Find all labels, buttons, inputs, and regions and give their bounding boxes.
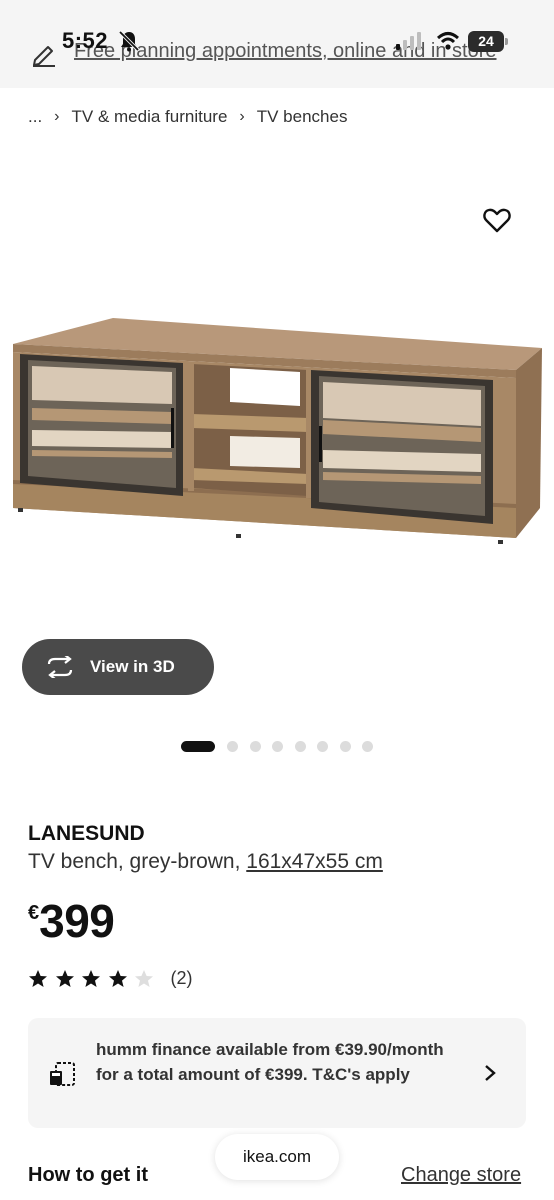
star-empty-icon bbox=[135, 969, 153, 987]
rating[interactable]: (2) bbox=[28, 968, 193, 989]
calculator-icon bbox=[50, 1062, 75, 1086]
carousel-dot[interactable] bbox=[249, 740, 261, 752]
view-in-3d-label: View in 3D bbox=[90, 657, 175, 676]
price-currency: € bbox=[28, 902, 40, 924]
product-description: TV bench, grey-brown, 161x47x55 cm bbox=[28, 850, 383, 874]
product-image[interactable] bbox=[8, 308, 548, 568]
review-count[interactable]: (2) bbox=[171, 968, 193, 989]
wifi-icon bbox=[436, 32, 460, 50]
bell-slash-icon bbox=[118, 30, 140, 52]
how-to-get-it-heading: How to get it bbox=[28, 1164, 148, 1186]
carousel-indicator[interactable] bbox=[181, 740, 385, 752]
carousel-dot[interactable] bbox=[317, 740, 328, 752]
star-filled-icon bbox=[82, 969, 100, 987]
star-filled-icon bbox=[108, 969, 127, 987]
rotate-3d-icon bbox=[47, 656, 73, 678]
battery-level: 24 bbox=[478, 33, 494, 49]
carousel-dot[interactable] bbox=[362, 740, 373, 752]
pencil-icon bbox=[33, 46, 55, 67]
carousel-dot[interactable] bbox=[339, 740, 351, 752]
heart-icon[interactable] bbox=[482, 205, 512, 235]
promo-banner: Free planning appointments, online and i… bbox=[0, 0, 554, 88]
breadcrumb-tv-media-furniture[interactable]: TV & media furniture bbox=[72, 107, 228, 127]
carousel-dot[interactable] bbox=[272, 740, 283, 752]
carousel-dot-active[interactable] bbox=[181, 740, 215, 752]
chevron-right-icon bbox=[485, 1065, 496, 1081]
chevron-right-icon: › bbox=[54, 108, 60, 125]
breadcrumb: ... › TV & media furniture › TV benches bbox=[28, 107, 347, 127]
carousel-dot[interactable] bbox=[294, 740, 306, 752]
battery-icon: 24 bbox=[468, 31, 508, 52]
signal-icon bbox=[396, 32, 421, 50]
status-time: 5:52 bbox=[62, 28, 109, 53]
breadcrumb-ellipsis[interactable]: ... bbox=[28, 107, 42, 127]
product-dimensions-link[interactable]: 161x47x55 cm bbox=[246, 850, 383, 873]
change-store-link[interactable]: Change store bbox=[401, 1164, 521, 1187]
carousel-dot[interactable] bbox=[227, 740, 238, 752]
browser-url-bar[interactable]: ikea.com bbox=[215, 1134, 339, 1180]
chevron-right-icon: › bbox=[239, 108, 245, 125]
view-in-3d-button[interactable]: View in 3D bbox=[22, 639, 214, 695]
star-filled-icon bbox=[55, 969, 74, 987]
product-type: TV bench, grey-brown, bbox=[28, 850, 247, 873]
finance-offer[interactable]: humm finance available from €39.90/month… bbox=[28, 1018, 526, 1128]
product-price: €399 bbox=[28, 894, 115, 948]
breadcrumb-tv-benches[interactable]: TV benches bbox=[257, 107, 348, 127]
finance-text: humm finance available from €39.90/month… bbox=[96, 1040, 444, 1084]
price-amount: 399 bbox=[39, 895, 115, 947]
star-filled-icon bbox=[29, 969, 47, 987]
product-name: LANESUND bbox=[28, 822, 145, 845]
